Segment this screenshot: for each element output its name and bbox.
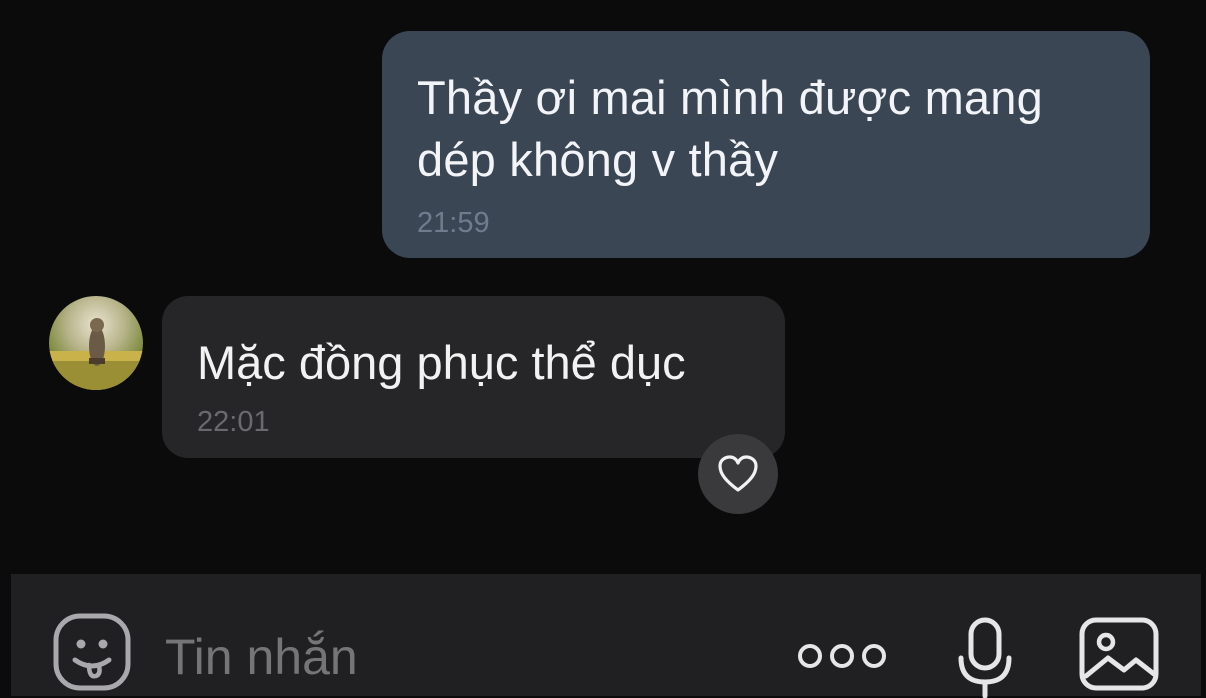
emoji-button[interactable] bbox=[51, 612, 133, 692]
chat-area: Thầy ơi mai mình được mang dép không v t… bbox=[0, 0, 1206, 574]
image-icon bbox=[1079, 617, 1159, 691]
message-text: Mặc đồng phục thể dục bbox=[197, 336, 686, 389]
message-time: 22:01 bbox=[197, 406, 270, 438]
more-options-button[interactable] bbox=[796, 642, 888, 670]
message-input[interactable] bbox=[163, 624, 727, 690]
message-time: 21:59 bbox=[417, 207, 490, 239]
message-text: Thầy ơi mai mình được mang dép không v t… bbox=[417, 71, 1043, 186]
image-button[interactable] bbox=[1078, 616, 1160, 692]
heart-icon bbox=[718, 455, 758, 492]
heart-reaction-button[interactable] bbox=[698, 434, 778, 514]
avatar[interactable] bbox=[49, 296, 143, 390]
mic-icon bbox=[958, 617, 1012, 698]
message-composer bbox=[11, 574, 1201, 698]
more-icon bbox=[798, 644, 886, 668]
emoji-icon bbox=[53, 613, 131, 691]
avatar-image bbox=[49, 318, 143, 390]
voice-message-button[interactable] bbox=[955, 616, 1015, 698]
outgoing-message-bubble[interactable]: Thầy ơi mai mình được mang dép không v t… bbox=[382, 31, 1150, 258]
incoming-message-bubble[interactable]: Mặc đồng phục thể dục 22:01 bbox=[162, 296, 785, 458]
